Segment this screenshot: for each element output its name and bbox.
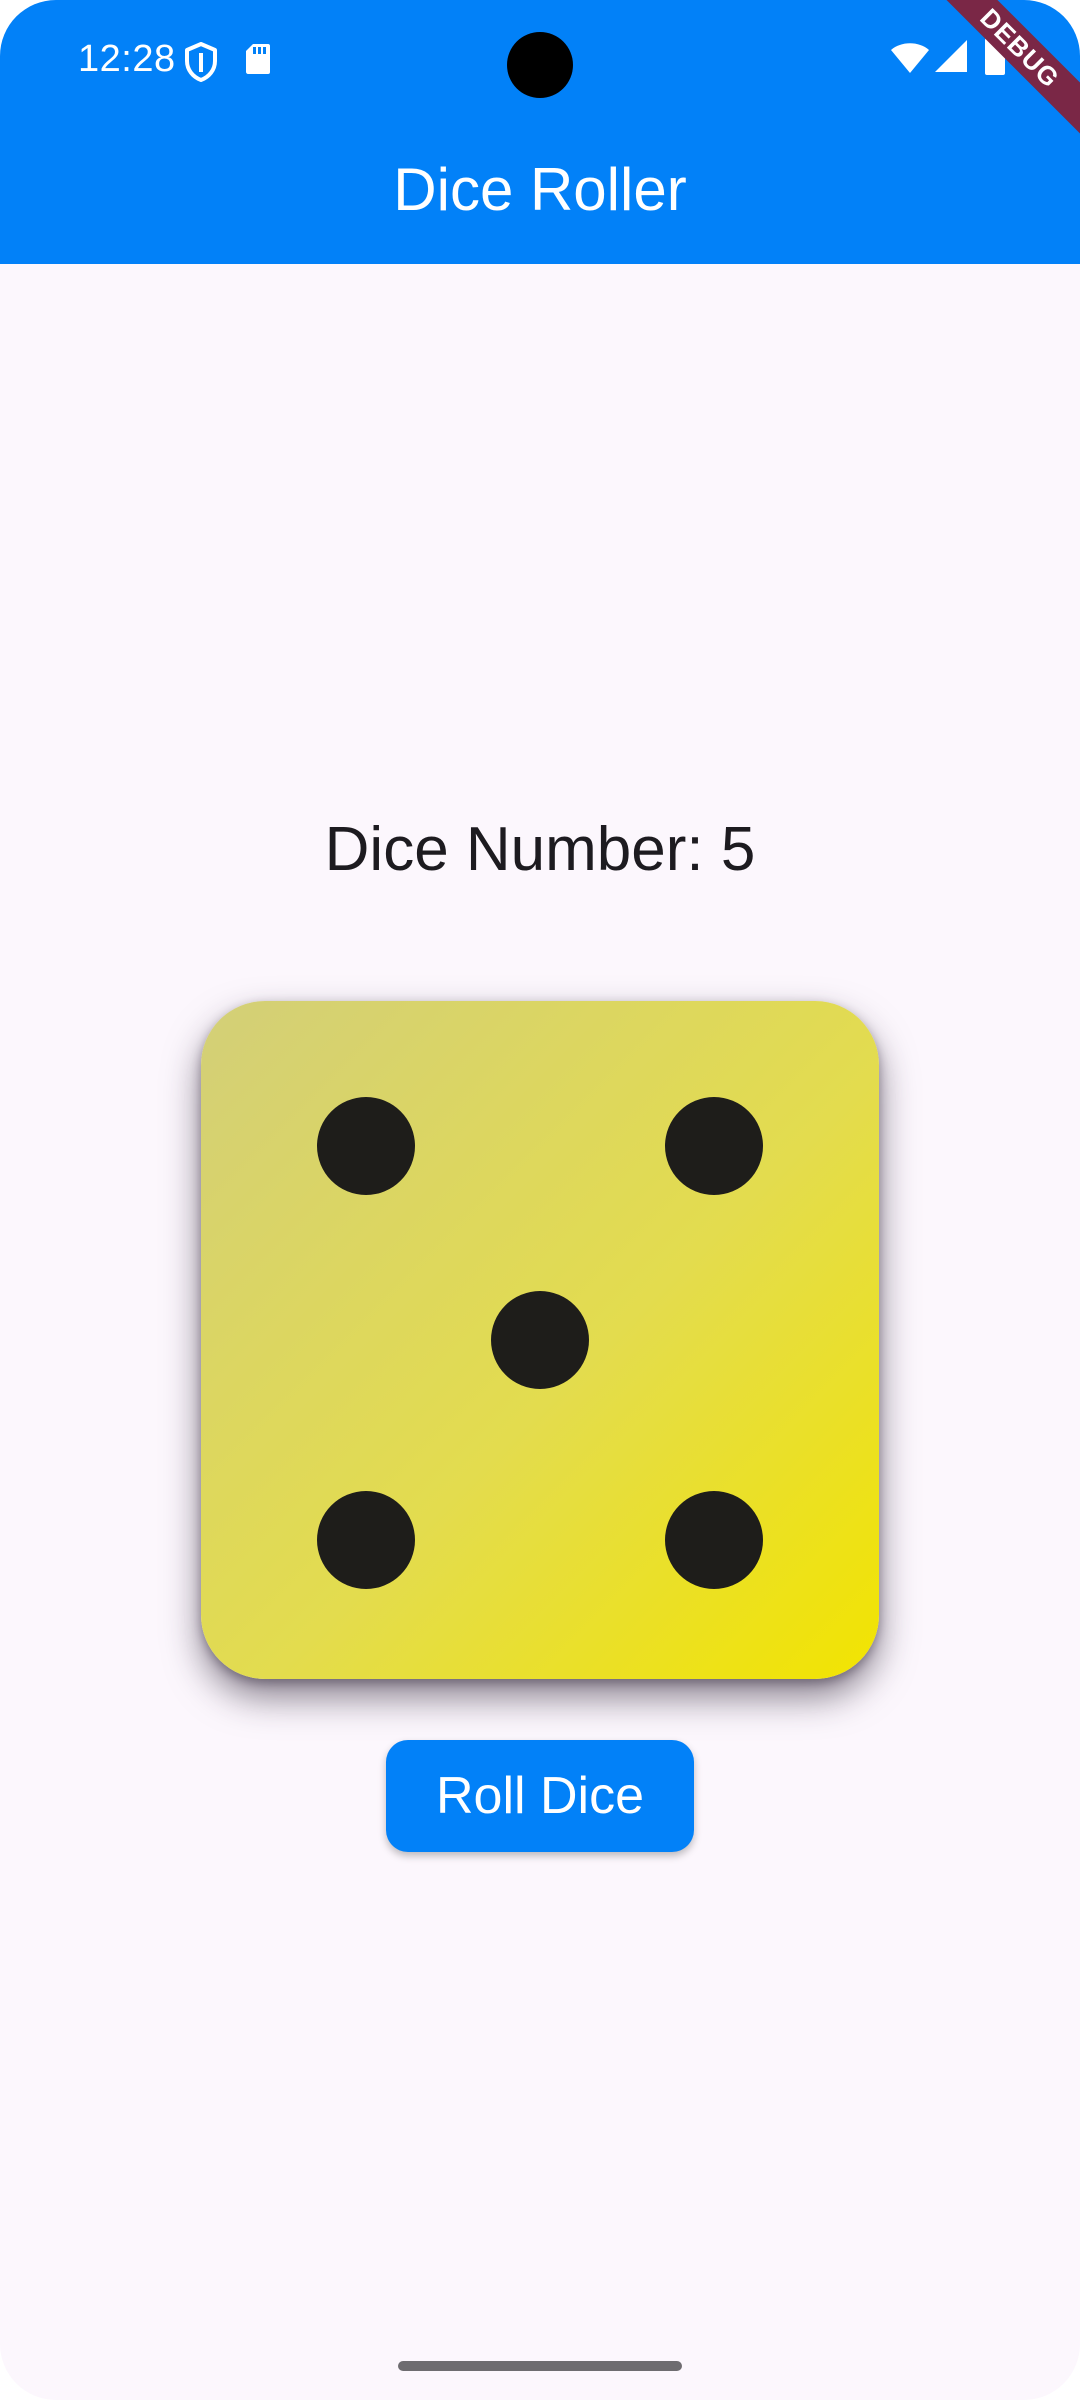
status-time: 12:28 [78,38,176,80]
shield-icon [184,42,218,87]
dice-pip [491,1291,589,1389]
app-title: Dice Roller [393,156,687,223]
dice-pip [317,1491,415,1589]
dice-face[interactable] [201,1001,879,1679]
app-screen: 12:28 DEBUG Dice Roller Dice Number: 5 R… [0,0,1080,2400]
wifi-icon [890,40,930,79]
home-indicator[interactable] [398,2361,682,2371]
dice-pip [317,1097,415,1195]
app-bar: 12:28 DEBUG Dice Roller [0,0,1080,264]
dice-number-label: Dice Number: 5 [324,815,756,884]
dice-pip [665,1491,763,1589]
roll-dice-button[interactable]: Roll Dice [386,1740,694,1852]
dice-pip [665,1097,763,1195]
status-bar: 12:28 DEBUG [0,0,1080,153]
sd-card-icon [244,42,272,81]
camera-cutout [507,32,573,98]
cellular-signal-icon [934,38,968,79]
